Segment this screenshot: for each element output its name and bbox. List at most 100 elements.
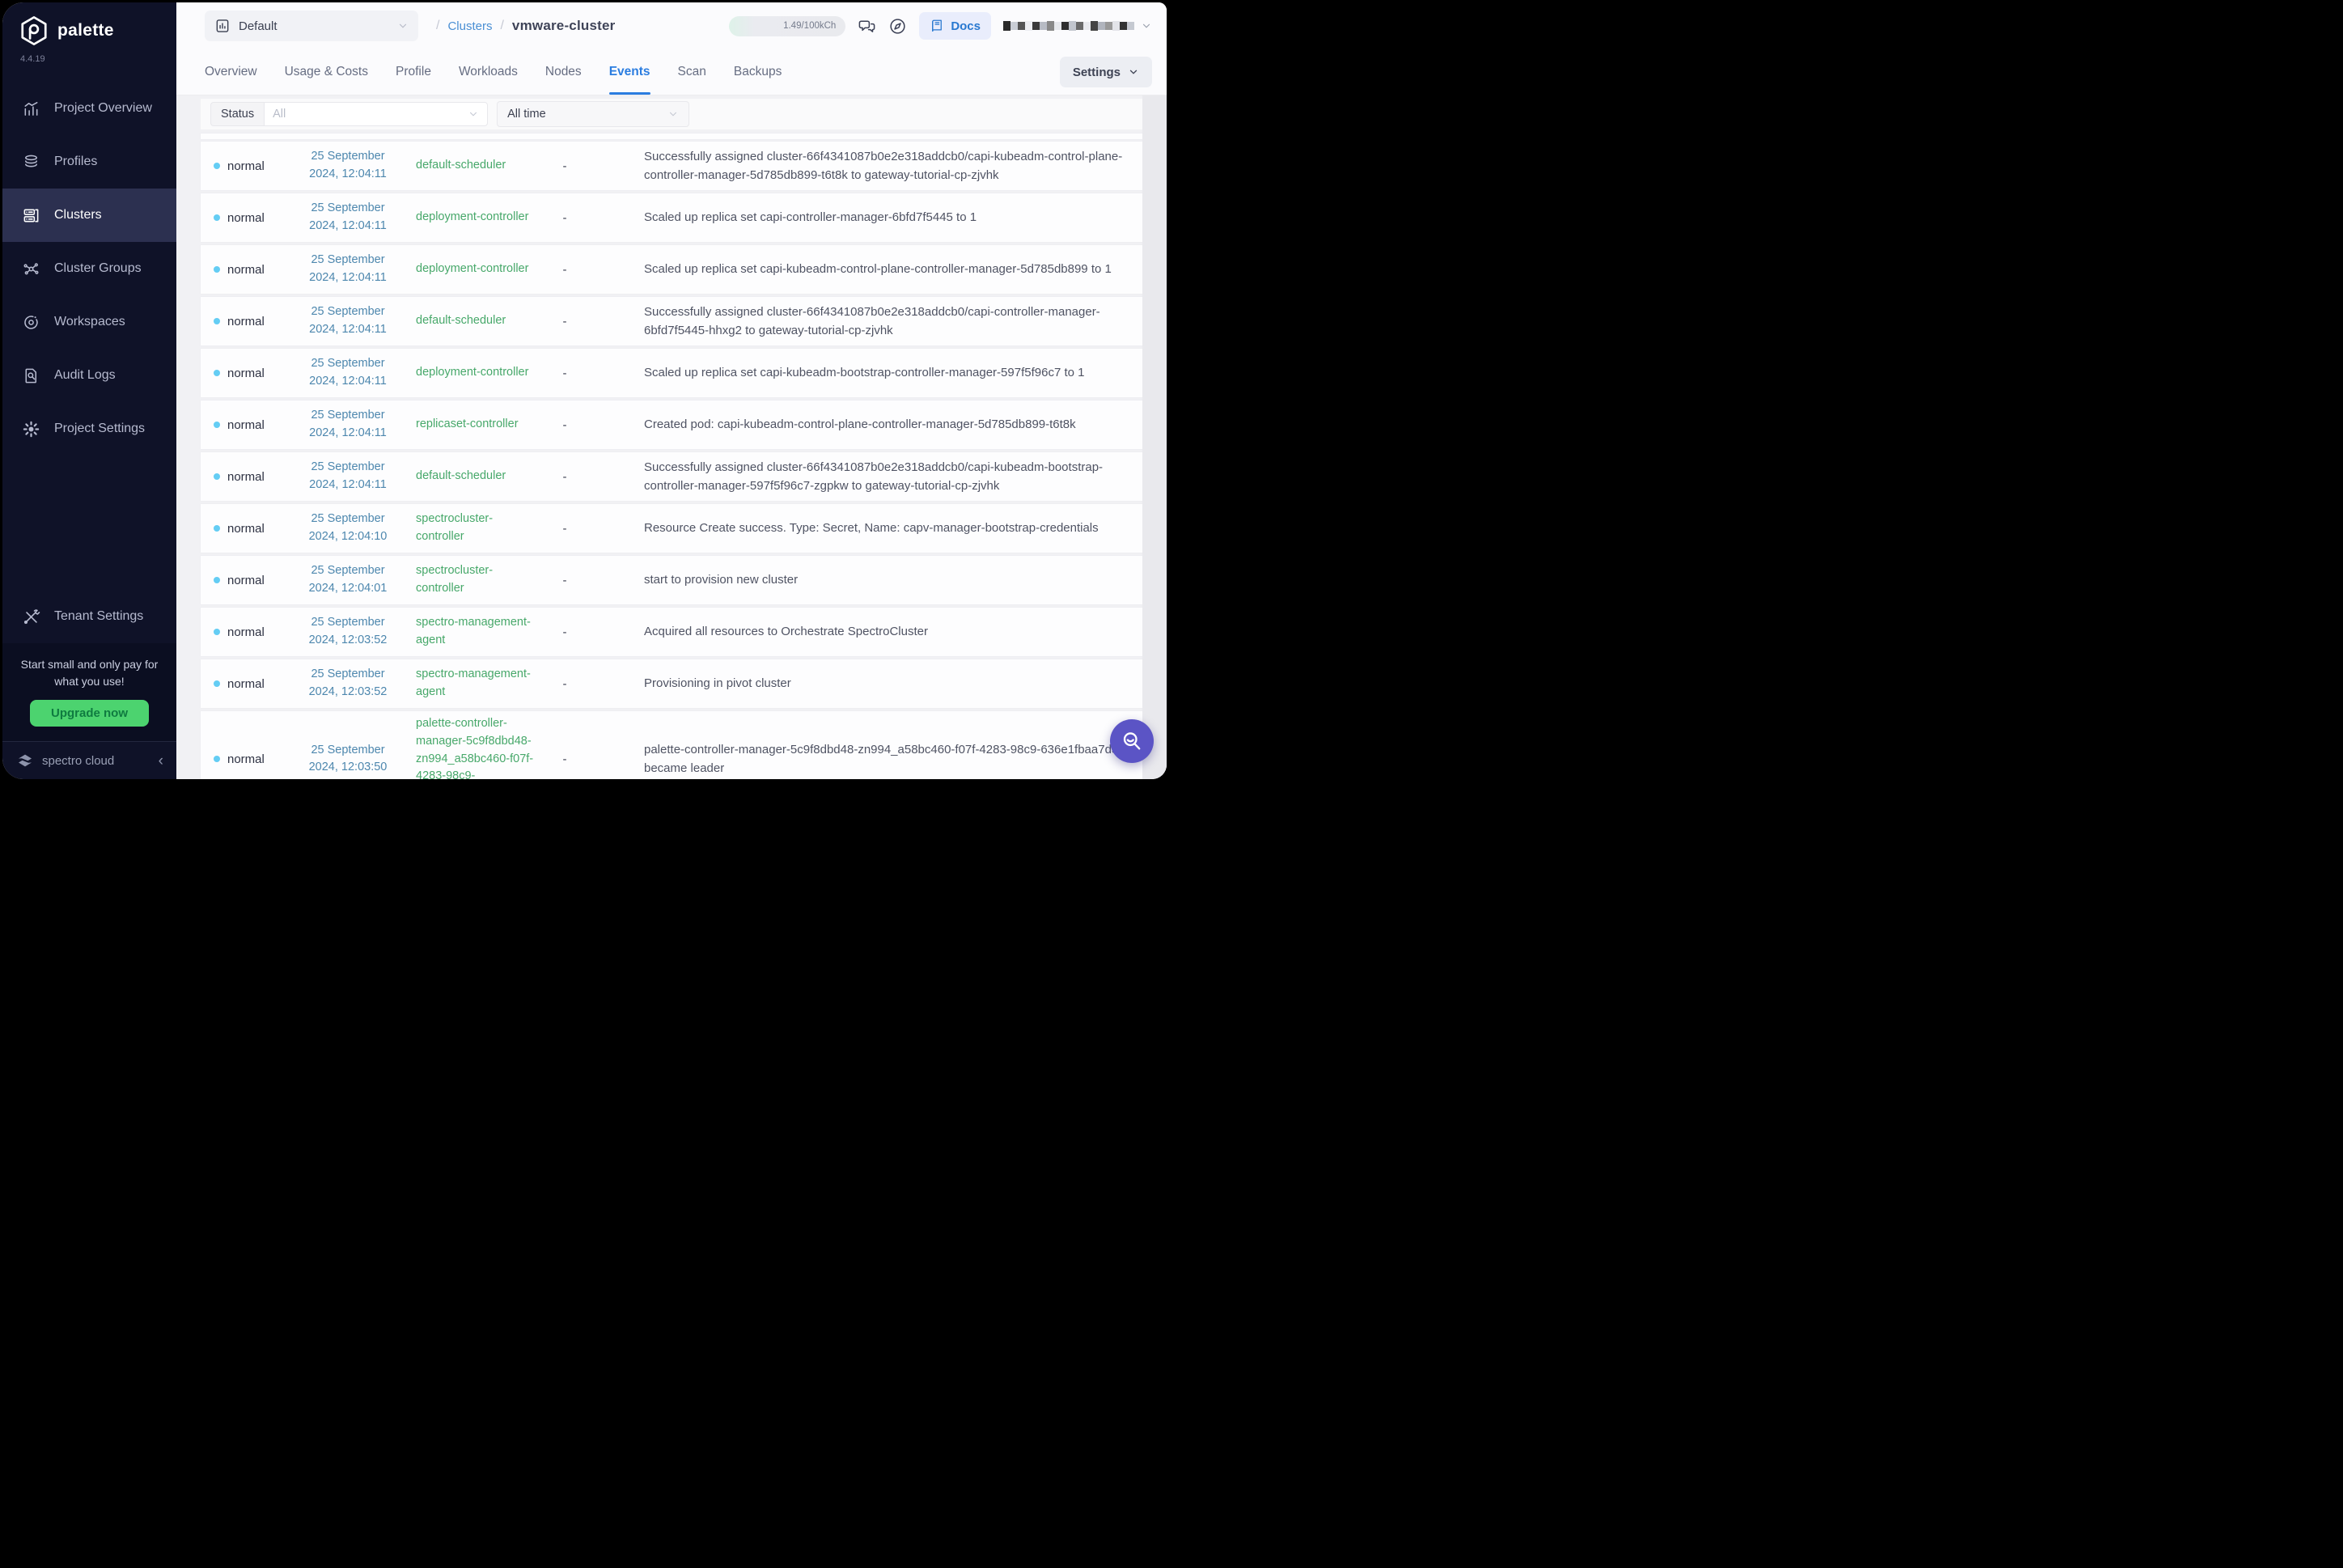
sidebar-item-project-overview[interactable]: Project Overview bbox=[2, 82, 176, 135]
tab-profile[interactable]: Profile bbox=[396, 49, 431, 95]
magnifier-icon bbox=[1121, 730, 1143, 752]
status-dot bbox=[214, 756, 220, 762]
sidebar-item-label: Project Settings bbox=[54, 422, 145, 436]
floating-search-button[interactable] bbox=[1110, 719, 1154, 763]
event-source: replicaset-controller bbox=[401, 416, 540, 434]
clusters-icon bbox=[22, 206, 40, 225]
breadcrumb: / Clusters / vmware-cluster bbox=[436, 18, 615, 34]
sidebar-item-label: Profiles bbox=[54, 155, 97, 169]
tab-overview[interactable]: Overview bbox=[205, 49, 257, 95]
screenshot-frame: palette 4.4.19 Project OverviewProfilesC… bbox=[0, 0, 1172, 784]
event-source: palette-controller-manager-5c9f8dbd48-zn… bbox=[401, 715, 540, 779]
status-dot bbox=[214, 525, 220, 532]
sidebar-item-cluster-groups[interactable]: Cluster Groups bbox=[2, 242, 176, 295]
event-message: start to provision new cluster bbox=[589, 570, 1145, 589]
event-detail: - bbox=[540, 367, 589, 380]
settings-button[interactable]: Settings bbox=[1060, 57, 1152, 87]
spectro-cloud-logo-icon bbox=[15, 751, 35, 770]
event-message: Acquired all resources to Orchestrate Sp… bbox=[589, 622, 1145, 641]
event-status-cell: normal bbox=[201, 752, 294, 766]
status-dot bbox=[214, 318, 220, 324]
upgrade-now-button[interactable]: Upgrade now bbox=[30, 700, 149, 727]
sidebar-item-profiles[interactable]: Profiles bbox=[2, 135, 176, 189]
chat-icon[interactable] bbox=[858, 17, 876, 36]
event-message: Successfully assigned cluster-66f4341087… bbox=[589, 303, 1145, 341]
project-settings-icon bbox=[22, 420, 40, 439]
sidebar-item-project-settings[interactable]: Project Settings bbox=[2, 402, 176, 456]
sidebar-collapse-chevron-icon[interactable]: ‹ bbox=[159, 753, 163, 769]
breadcrumb-clusters-link[interactable]: Clusters bbox=[447, 19, 492, 33]
event-timestamp: 25 September 2024, 12:03:52 bbox=[294, 666, 401, 701]
tab-nodes[interactable]: Nodes bbox=[545, 49, 582, 95]
event-status-cell: normal bbox=[201, 625, 294, 639]
event-detail: - bbox=[540, 211, 589, 225]
table-row: normal25 September 2024, 12:04:10spectro… bbox=[201, 504, 1145, 553]
event-detail: - bbox=[540, 470, 589, 484]
status-dot bbox=[214, 422, 220, 428]
event-status: normal bbox=[227, 752, 265, 766]
event-detail: - bbox=[540, 522, 589, 536]
sidebar: palette 4.4.19 Project OverviewProfilesC… bbox=[2, 2, 176, 779]
settings-label: Settings bbox=[1073, 66, 1121, 79]
status-dot bbox=[214, 473, 220, 480]
status-filter[interactable]: Status All bbox=[210, 102, 488, 126]
event-timestamp: 25 September 2024, 12:04:11 bbox=[294, 200, 401, 235]
event-timestamp: 25 September 2024, 12:04:10 bbox=[294, 511, 401, 546]
project-chart-icon bbox=[214, 18, 231, 34]
sidebar-item-workspaces[interactable]: Workspaces bbox=[2, 295, 176, 349]
compass-icon[interactable] bbox=[888, 17, 907, 36]
event-source: spectrocluster-controller bbox=[401, 562, 540, 598]
event-timestamp: 25 September 2024, 12:03:50 bbox=[294, 742, 401, 778]
user-menu[interactable] bbox=[1003, 20, 1152, 32]
event-source: default-scheduler bbox=[401, 468, 540, 485]
palette-logo: palette bbox=[2, 2, 176, 46]
event-status: normal bbox=[227, 263, 265, 277]
sidebar-item-audit-logs[interactable]: Audit Logs bbox=[2, 349, 176, 402]
docs-label: Docs bbox=[951, 19, 981, 33]
table-row: normal25 September 2024, 12:04:11default… bbox=[201, 142, 1145, 190]
event-status: normal bbox=[227, 677, 265, 691]
event-timestamp: 25 September 2024, 12:04:11 bbox=[294, 252, 401, 287]
event-source: default-scheduler bbox=[401, 157, 540, 175]
status-filter-select[interactable]: All bbox=[264, 102, 488, 126]
tab-events[interactable]: Events bbox=[609, 49, 650, 95]
event-message: Resource Create success. Type: Secret, N… bbox=[589, 519, 1145, 537]
event-timestamp: 25 September 2024, 12:04:11 bbox=[294, 148, 401, 184]
event-detail: - bbox=[540, 752, 589, 766]
tab-scan[interactable]: Scan bbox=[678, 49, 706, 95]
event-timestamp: 25 September 2024, 12:04:11 bbox=[294, 355, 401, 391]
event-status: normal bbox=[227, 625, 265, 639]
tab-workloads[interactable]: Workloads bbox=[459, 49, 518, 95]
tab-backups[interactable]: Backups bbox=[734, 49, 782, 95]
event-timestamp: 25 September 2024, 12:03:52 bbox=[294, 614, 401, 650]
event-detail: - bbox=[540, 159, 589, 173]
event-message: Scaled up replica set capi-kubeadm-contr… bbox=[589, 260, 1145, 278]
palette-logo-icon bbox=[19, 15, 49, 46]
event-message: Scaled up replica set capi-controller-ma… bbox=[589, 208, 1145, 227]
table-row: normal25 September 2024, 12:04:01spectro… bbox=[201, 556, 1145, 604]
status-dot bbox=[214, 629, 220, 635]
event-detail: - bbox=[540, 574, 589, 587]
event-message: Provisioning in pivot cluster bbox=[589, 674, 1145, 693]
events-table: normal25 September 2024, 12:04:11default… bbox=[201, 142, 1145, 779]
tools-icon bbox=[22, 608, 40, 626]
docs-button[interactable]: Docs bbox=[919, 12, 991, 40]
workspaces-icon bbox=[22, 313, 40, 332]
sidebar-item-tenant-settings[interactable]: Tenant Settings bbox=[2, 590, 176, 643]
event-status: normal bbox=[227, 367, 265, 380]
event-status: normal bbox=[227, 315, 265, 328]
event-message: palette-controller-manager-5c9f8dbd48-zn… bbox=[589, 740, 1145, 778]
status-dot bbox=[214, 370, 220, 376]
chevron-down-icon bbox=[397, 20, 409, 32]
right-gutter bbox=[1142, 95, 1167, 779]
table-row: normal25 September 2024, 12:04:11replica… bbox=[201, 400, 1145, 449]
tab-usage-costs[interactable]: Usage & Costs bbox=[285, 49, 368, 95]
table-row: normal25 September 2024, 12:04:11deploym… bbox=[201, 193, 1145, 242]
project-overview-icon bbox=[22, 100, 40, 118]
sidebar-item-clusters[interactable]: Clusters bbox=[2, 189, 176, 242]
event-source: spectrocluster-controller bbox=[401, 511, 540, 546]
chevron-down-icon bbox=[667, 108, 679, 120]
project-selector[interactable]: Default bbox=[205, 11, 418, 41]
time-range-select[interactable]: All time bbox=[497, 101, 689, 127]
event-message: Successfully assigned cluster-66f4341087… bbox=[589, 147, 1145, 185]
